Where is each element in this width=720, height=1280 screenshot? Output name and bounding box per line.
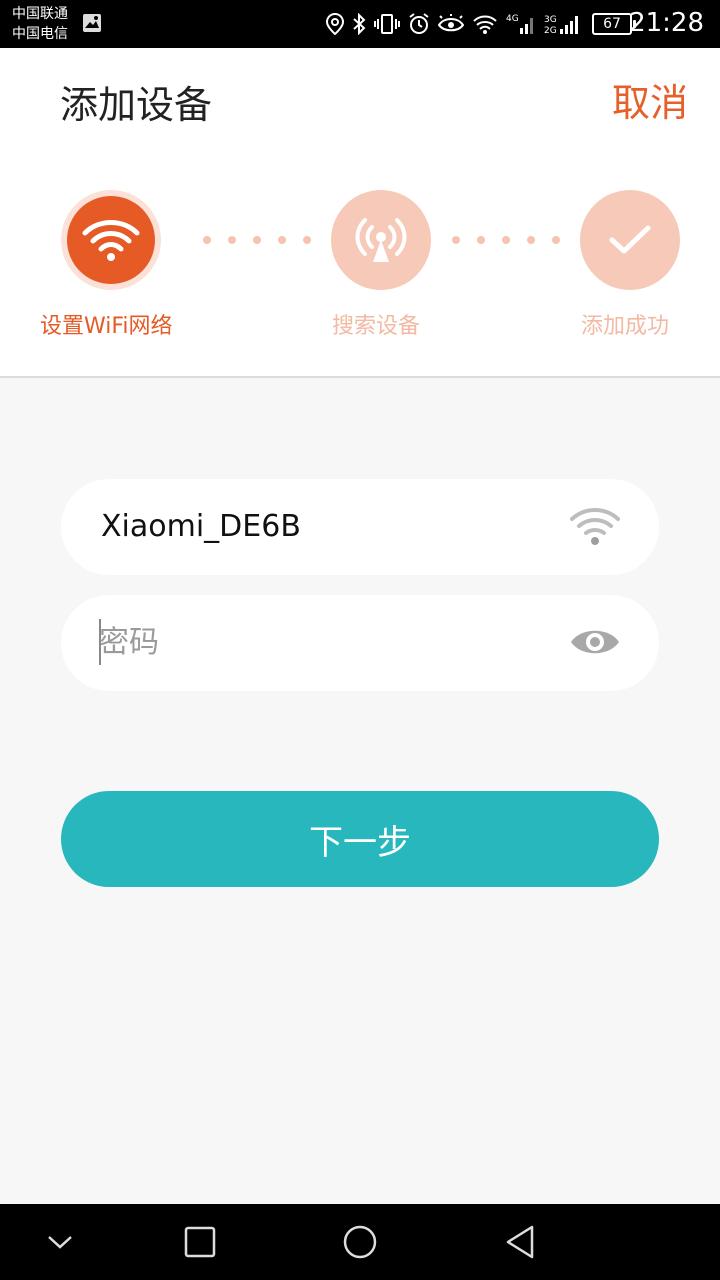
wifi-ssid-field[interactable]: Xiaomi_DE6B (61, 479, 659, 575)
wifi-icon (473, 15, 497, 34)
step-connector-1 (203, 236, 311, 244)
wifi-ssid-value: Xiaomi_DE6B (101, 509, 301, 544)
vibrate-icon (374, 14, 400, 34)
status-bar: 中国联通 中国电信 4G 3G 2G 67 21:28 (0, 0, 720, 48)
step-connector-2 (452, 236, 560, 244)
bluetooth-icon (353, 13, 366, 35)
step-wifi-setup-inner (67, 196, 155, 284)
next-step-button[interactable]: 下一步 (61, 791, 659, 887)
circle-icon (343, 1225, 377, 1259)
nav-recents-button[interactable] (160, 1204, 240, 1280)
navigation-bar (0, 1204, 720, 1280)
back-triangle-icon (506, 1225, 534, 1259)
square-icon (184, 1226, 216, 1258)
eye-comfort-icon (438, 14, 464, 32)
step-wifi-setup (61, 190, 161, 290)
step-label-search-device: 搜索设备 (332, 314, 421, 339)
step-search-device (331, 190, 431, 290)
show-password-eye-icon[interactable] (569, 621, 621, 663)
header: 添加设备 取消 设置WiFi网络 搜索设备 添加成功 (0, 48, 720, 378)
step-add-success (580, 190, 680, 290)
svg-text:2G: 2G (544, 26, 557, 36)
carrier-2: 中国电信 (12, 26, 68, 42)
nav-home-button[interactable] (320, 1204, 400, 1280)
alarm-icon (409, 13, 429, 34)
location-icon (326, 13, 344, 35)
carrier-info: 中国联通 中国电信 (12, 4, 68, 44)
page-title: 添加设备 (60, 83, 213, 127)
battery-icon: 67 (592, 13, 636, 35)
svg-text:3G: 3G (544, 15, 557, 25)
wifi-icon (82, 220, 140, 261)
step-label-add-success: 添加成功 (581, 314, 670, 339)
checkmark-icon (609, 225, 651, 254)
carrier-1: 中国联通 (12, 6, 68, 22)
battery-level: 67 (603, 16, 621, 32)
broadcast-icon (355, 218, 407, 262)
clock: 21:28 (629, 8, 704, 38)
signal-4g-icon: 4G (506, 14, 533, 34)
step-label-wifi-setup: 设置WiFi网络 (40, 314, 173, 339)
nav-collapse-button[interactable] (20, 1204, 100, 1280)
password-field[interactable] (61, 595, 659, 691)
signal-3g-2g-icon: 3G2G (544, 15, 578, 36)
svg-text:4G: 4G (506, 14, 519, 24)
image-notification-icon (83, 14, 101, 32)
nav-back-button[interactable] (480, 1204, 560, 1280)
chevron-down-icon (48, 1236, 72, 1249)
cancel-button[interactable]: 取消 (612, 72, 688, 127)
status-icons: 4G 3G 2G 67 (326, 10, 636, 38)
wifi-signal-icon[interactable] (569, 505, 621, 547)
password-input[interactable] (99, 617, 569, 667)
